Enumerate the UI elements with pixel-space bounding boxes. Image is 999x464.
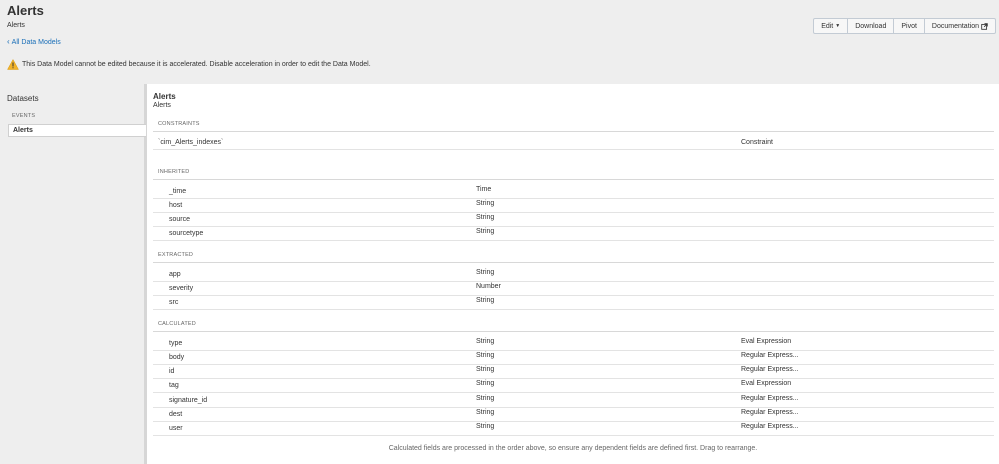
section-label-calculated: CALCULATED [158, 321, 196, 327]
field-row[interactable]: tag String Eval Expression [153, 379, 994, 393]
field-calculation: Regular Express... [741, 423, 799, 430]
back-link-label: All Data Models [11, 39, 61, 46]
field-row[interactable]: app String [153, 268, 994, 282]
divider [153, 179, 994, 180]
field-row[interactable]: source String [153, 213, 994, 227]
field-calculation: Regular Express... [741, 409, 799, 416]
datasets-sidebar: Datasets EVENTS Alerts [0, 84, 147, 464]
dataset-title: Alerts [153, 92, 176, 101]
field-calculation: Regular Express... [741, 366, 799, 373]
page-title: Alerts [7, 3, 44, 18]
field-name: signature_id [169, 397, 208, 404]
field-name: user [169, 425, 183, 432]
field-type: String [476, 395, 495, 402]
field-name: app [169, 271, 181, 278]
field-row[interactable]: _time Time [153, 185, 994, 199]
section-label-extracted: EXTRACTED [158, 252, 194, 258]
calculated-fields-note: Calculated fields are processed in the o… [388, 445, 758, 452]
external-link-icon [981, 22, 988, 30]
field-name: src [169, 299, 179, 306]
warning-text: This Data Model cannot be edited because… [22, 61, 371, 68]
field-type: String [476, 423, 495, 430]
field-row[interactable]: sourcetype String [153, 227, 994, 241]
field-name: host [169, 202, 183, 209]
field-type: String [476, 366, 495, 373]
sidebar-item-alerts[interactable]: Alerts [8, 124, 146, 137]
edit-button-label: Edit [821, 22, 834, 30]
documentation-button-label: Documentation [931, 22, 979, 30]
constraint-name: `cim_Alerts_indexes` [158, 139, 224, 146]
divider [153, 331, 994, 332]
edit-button[interactable]: Edit ▼ [813, 18, 849, 34]
all-data-models-link[interactable]: ‹ All Data Models [7, 37, 61, 46]
constraint-row[interactable]: `cim_Alerts_indexes` Constraint [153, 132, 994, 150]
divider [153, 262, 994, 263]
field-calculation: Regular Express... [741, 395, 799, 402]
page-subtitle: Alerts [7, 22, 25, 29]
field-type: String [476, 380, 495, 387]
action-buttons: Edit ▼ Download Pivot Documentation [813, 18, 996, 34]
field-row[interactable]: body String Regular Express... [153, 351, 994, 365]
field-row[interactable]: user String Regular Express... [153, 422, 994, 436]
field-row[interactable]: type String Eval Expression [153, 337, 994, 351]
field-type: String [476, 228, 495, 235]
field-name: id [169, 368, 175, 375]
field-type: Number [476, 283, 501, 290]
field-type: String [476, 214, 495, 221]
field-name: tag [169, 382, 179, 389]
field-row[interactable]: signature_id String Regular Express... [153, 394, 994, 408]
sidebar-group-events: EVENTS [12, 113, 36, 119]
field-name: source [169, 216, 191, 223]
field-row[interactable]: host String [153, 199, 994, 213]
pivot-button[interactable]: Pivot [893, 18, 925, 34]
page-header: Alerts Alerts ‹ All Data Models Edit ▼ Do… [0, 0, 999, 84]
section-label-inherited: INHERITED [158, 169, 190, 175]
field-row[interactable]: id String Regular Express... [153, 365, 994, 379]
documentation-button[interactable]: Documentation [923, 18, 996, 34]
field-type: String [476, 269, 495, 276]
field-type: String [476, 409, 495, 416]
field-name: type [169, 340, 183, 347]
field-calculation: Eval Expression [741, 338, 792, 345]
acceleration-warning: This Data Model cannot be edited because… [7, 59, 371, 70]
constraint-type: Constraint [741, 139, 773, 146]
field-name: severity [169, 285, 194, 292]
pivot-button-label: Pivot [901, 22, 917, 30]
field-type: String [476, 338, 495, 345]
download-button-label: Download [855, 22, 887, 30]
field-name: sourcetype [169, 230, 204, 237]
field-type: String [476, 200, 495, 207]
sidebar-title: Datasets [7, 94, 39, 103]
field-name: _time [169, 188, 187, 195]
field-type: String [476, 352, 495, 359]
field-type: String [476, 297, 495, 304]
dataset-detail: Alerts Alerts CONSTRAINTS `cim_Alerts_in… [147, 84, 999, 464]
dataset-subtitle: Alerts [153, 102, 171, 109]
warning-icon [7, 59, 19, 70]
download-button[interactable]: Download [847, 18, 895, 34]
section-label-constraints: CONSTRAINTS [158, 121, 200, 127]
field-type: Time [476, 186, 492, 193]
field-name: dest [169, 411, 183, 418]
caret-down-icon: ▼ [835, 23, 841, 29]
chevron-left-icon: ‹ [7, 37, 10, 46]
field-calculation: Eval Expression [741, 380, 792, 387]
field-row[interactable]: src String [153, 296, 994, 310]
field-row[interactable]: severity Number [153, 282, 994, 296]
field-row[interactable]: dest String Regular Express... [153, 408, 994, 422]
field-name: body [169, 354, 185, 361]
field-calculation: Regular Express... [741, 352, 799, 359]
